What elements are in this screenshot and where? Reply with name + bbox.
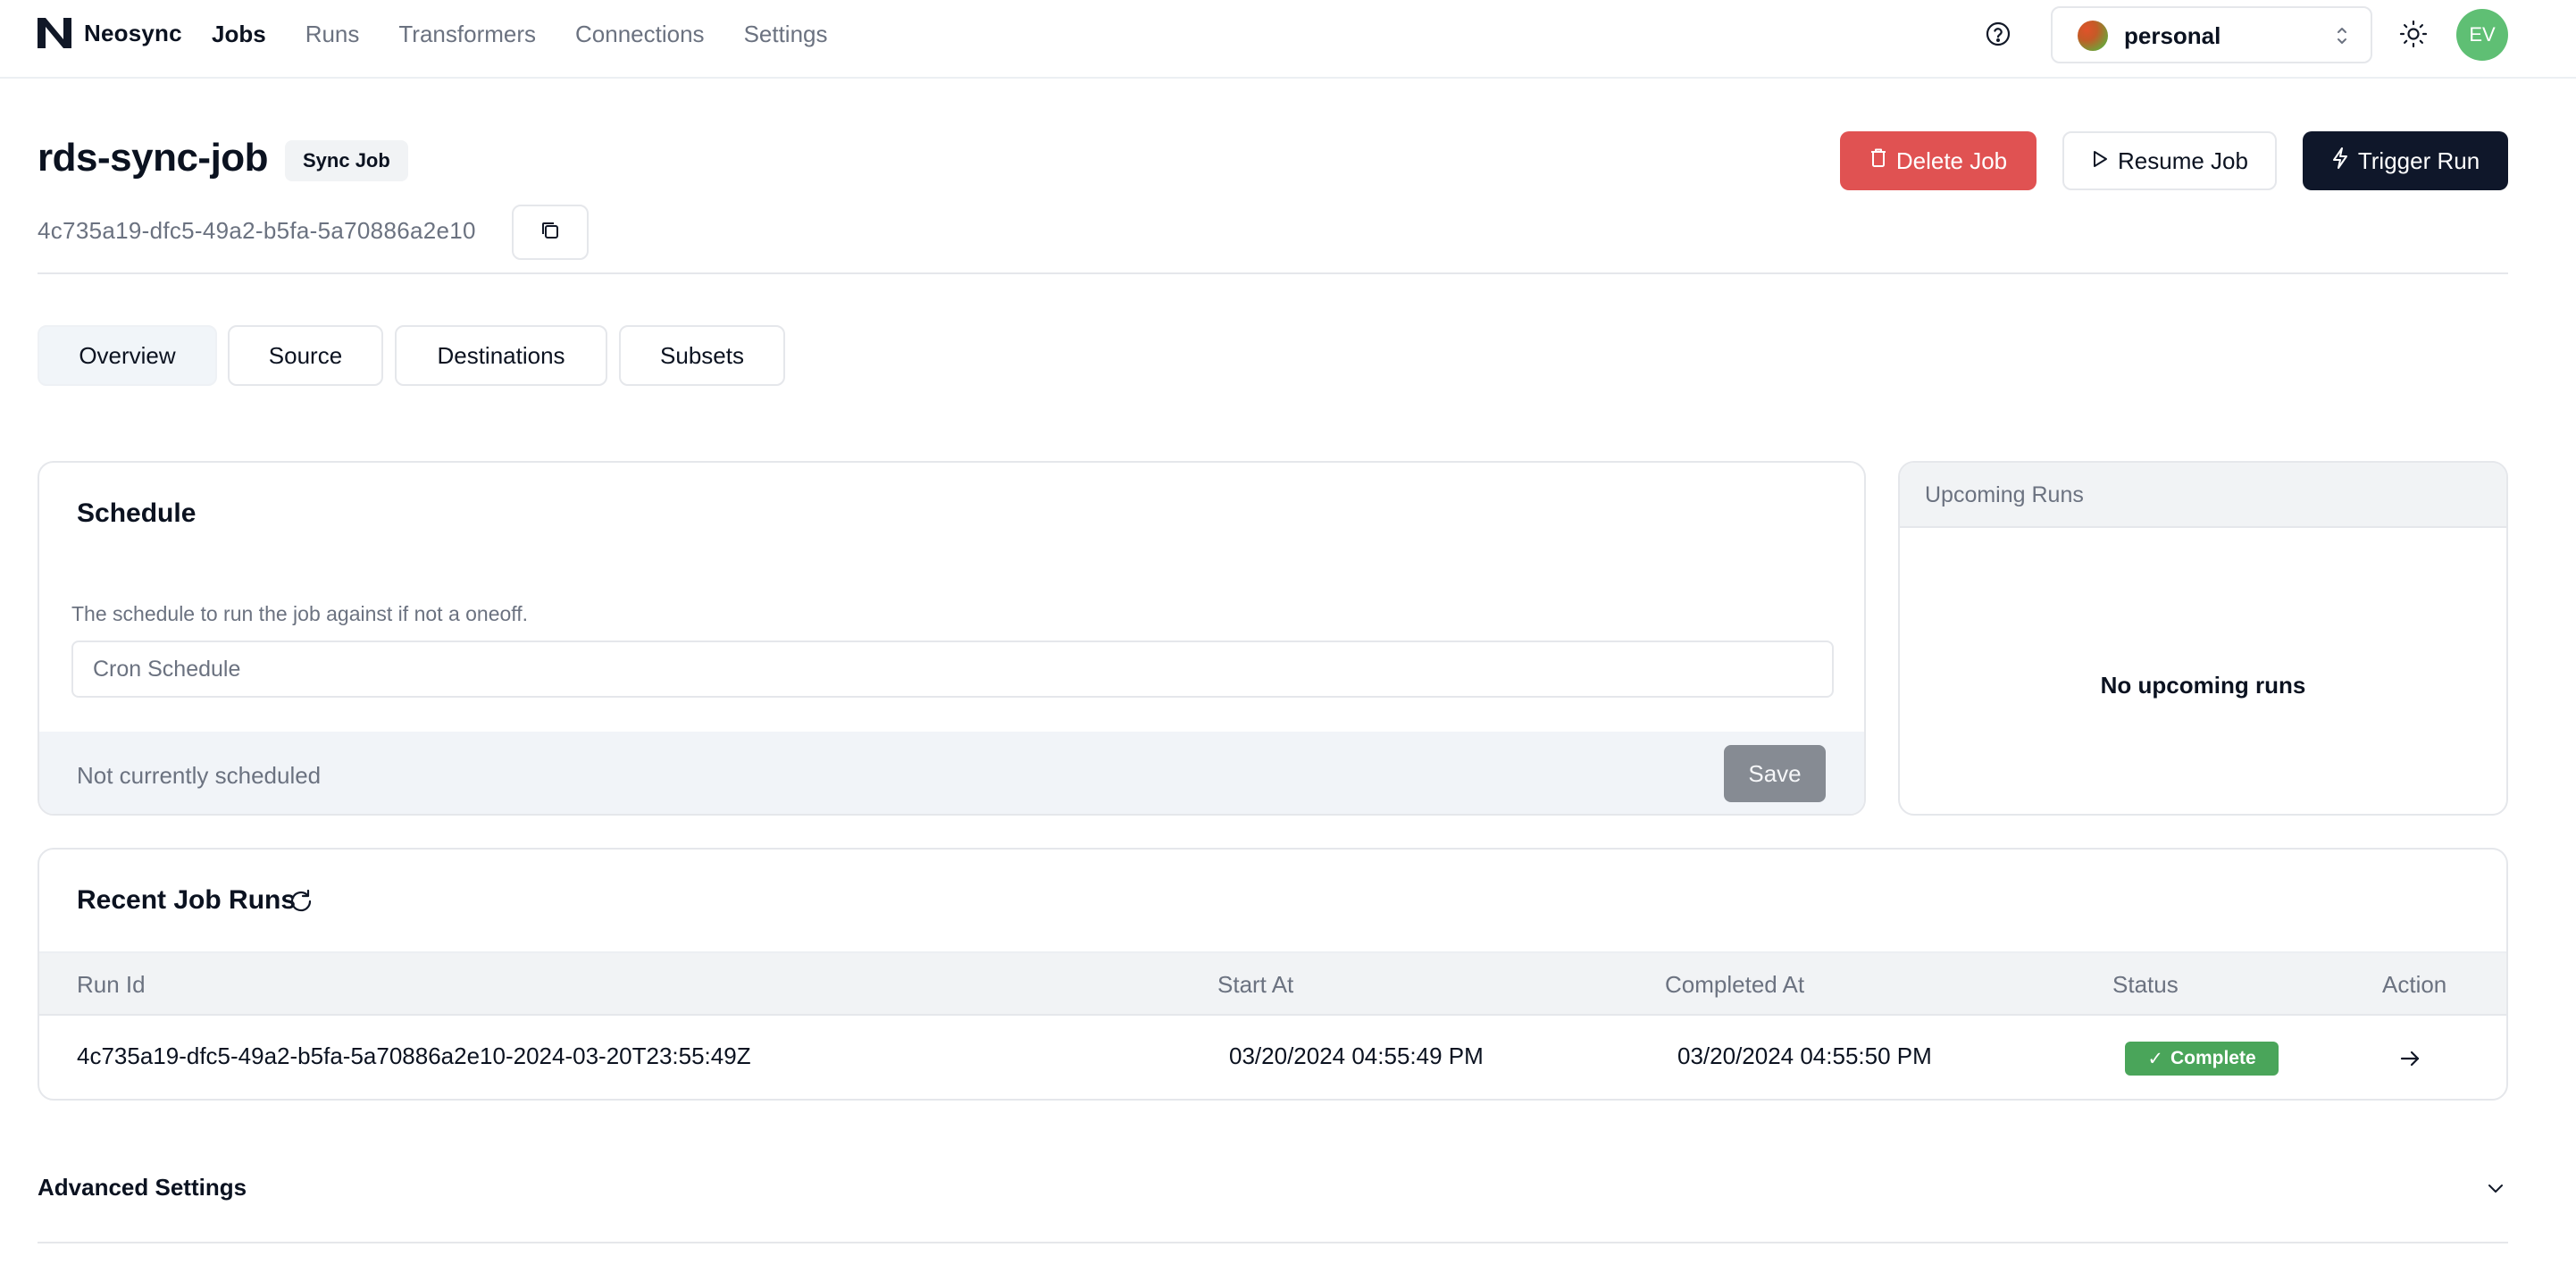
trash-icon	[1869, 147, 1896, 175]
table-row[interactable]: 4c735a19-dfc5-49a2-b5fa-5a70886a2e10-202…	[39, 1016, 2506, 1099]
run-id-cell: 4c735a19-dfc5-49a2-b5fa-5a70886a2e10-202…	[77, 1042, 751, 1069]
job-details-page: Neosync Jobs Runs Transformers Connectio…	[0, 0, 2576, 1281]
column-header-start-at: Start At	[1217, 971, 1294, 998]
help-circle-icon[interactable]	[1984, 20, 2012, 48]
status-badge: ✓ Complete	[2125, 1042, 2279, 1076]
nav-item-runs[interactable]: Runs	[305, 20, 360, 48]
advanced-settings-toggle[interactable]: Advanced Settings	[38, 1158, 2508, 1243]
column-header-status: Status	[2112, 971, 2179, 998]
job-type-badge: Sync Job	[285, 140, 408, 181]
delete-job-button[interactable]: Delete Job	[1840, 131, 2037, 190]
recent-job-runs-card: Recent Job Runs Run Id Start At Complete…	[38, 848, 2508, 1101]
schedule-card: Schedule The schedule to run the job aga…	[38, 461, 1866, 816]
trigger-run-button[interactable]: Trigger Run	[2303, 131, 2508, 190]
tab-destinations[interactable]: Destinations	[395, 325, 607, 386]
upcoming-runs-header: Upcoming Runs	[1900, 463, 2506, 528]
start-at-cell: 03/20/2024 04:55:49 PM	[1229, 1042, 1484, 1069]
upcoming-runs-card: Upcoming Runs No upcoming runs	[1898, 461, 2508, 816]
trigger-run-label: Trigger Run	[2357, 147, 2480, 174]
nav-item-transformers[interactable]: Transformers	[398, 20, 536, 48]
top-nav: Neosync Jobs Runs Transformers Connectio…	[0, 0, 2576, 79]
chevron-down-icon	[2483, 1176, 2508, 1201]
chevrons-up-down-icon	[2331, 24, 2353, 47]
arrow-right-icon[interactable]	[2395, 1044, 2425, 1073]
table-header: Run Id Start At Completed At Status Acti…	[39, 951, 2506, 1016]
tab-overview[interactable]: Overview	[38, 325, 217, 386]
nav-item-settings[interactable]: Settings	[744, 20, 828, 48]
refresh-icon[interactable]	[287, 887, 315, 916]
job-id: 4c735a19-dfc5-49a2-b5fa-5a70886a2e10	[38, 217, 476, 244]
play-icon	[2091, 147, 2118, 175]
status-label: Complete	[2170, 1048, 2256, 1068]
recent-job-runs-title: Recent Job Runs	[77, 885, 297, 915]
copy-icon	[539, 219, 562, 247]
column-header-completed-at: Completed At	[1665, 971, 1805, 998]
schedule-footer: Not currently scheduled Save	[39, 732, 1864, 814]
resume-job-button[interactable]: Resume Job	[2062, 131, 2277, 190]
cron-schedule-input[interactable]	[71, 640, 1834, 698]
brand[interactable]: Neosync	[38, 18, 182, 48]
nav-item-jobs[interactable]: Jobs	[212, 20, 266, 48]
resume-job-label: Resume Job	[2118, 147, 2248, 174]
schedule-title: Schedule	[77, 498, 197, 528]
neosync-logo-icon	[38, 18, 71, 48]
sun-icon[interactable]	[2397, 18, 2430, 50]
main-nav: Jobs Runs Transformers Connections Setti…	[212, 20, 867, 48]
page-title: rds-sync-job	[38, 136, 269, 180]
header-divider	[38, 272, 2508, 274]
upcoming-runs-empty: No upcoming runs	[2100, 672, 2306, 699]
advanced-settings-label: Advanced Settings	[38, 1174, 247, 1201]
schedule-status: Not currently scheduled	[77, 762, 322, 789]
account-switcher[interactable]: personal	[2051, 6, 2372, 63]
upcoming-runs-title: Upcoming Runs	[1925, 482, 2084, 507]
completed-at-cell: 03/20/2024 04:55:50 PM	[1677, 1042, 1932, 1069]
copy-id-button[interactable]	[512, 205, 589, 260]
tab-source[interactable]: Source	[228, 325, 383, 386]
save-button[interactable]: Save	[1724, 745, 1826, 802]
check-icon: ✓	[2147, 1048, 2163, 1069]
lightning-icon	[2331, 147, 2358, 176]
delete-job-label: Delete Job	[1895, 147, 2008, 174]
column-header-run-id: Run Id	[77, 971, 146, 998]
account-avatar	[2078, 21, 2108, 51]
nav-item-connections[interactable]: Connections	[575, 20, 705, 48]
brand-name: Neosync	[84, 19, 182, 46]
column-header-action: Action	[2382, 971, 2447, 998]
account-name: personal	[2124, 22, 2221, 49]
schedule-description: The schedule to run the job against if n…	[71, 602, 529, 625]
tab-subsets[interactable]: Subsets	[619, 325, 785, 386]
user-avatar[interactable]: EV	[2456, 9, 2508, 61]
